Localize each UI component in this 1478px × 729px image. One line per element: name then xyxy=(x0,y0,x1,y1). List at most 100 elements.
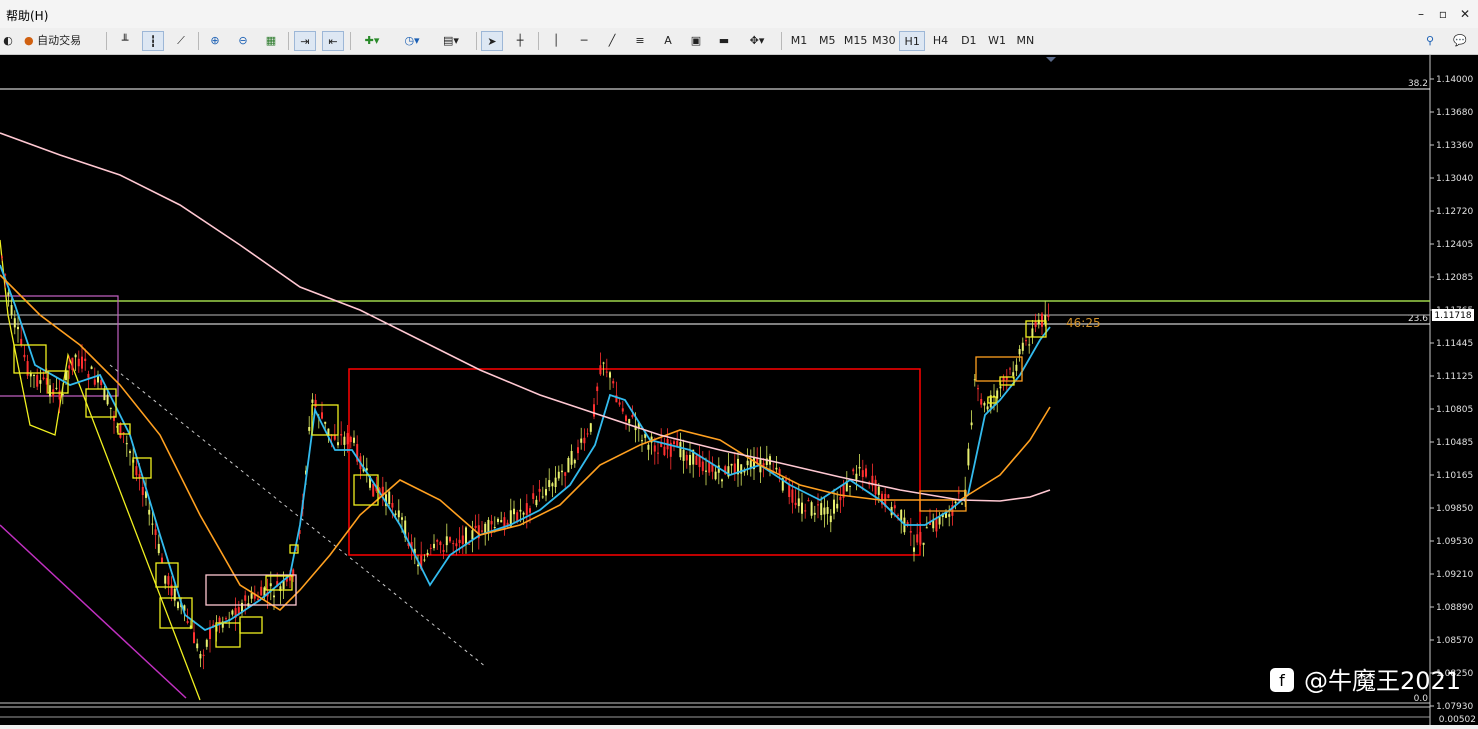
periods-menu-icon[interactable]: ◷▾ xyxy=(396,31,428,51)
candle-body xyxy=(129,451,131,454)
candle-body xyxy=(1047,315,1050,318)
price-label: 1.07930 xyxy=(1436,702,1473,712)
candle-body xyxy=(577,447,579,454)
globe-icon[interactable]: ◐ xyxy=(0,31,16,51)
chart-shift-icon[interactable]: ⇤ xyxy=(322,31,344,51)
tile-windows-icon[interactable]: ▦ xyxy=(260,31,282,51)
candle-body xyxy=(455,543,458,547)
candle-body xyxy=(1015,364,1018,371)
timeframe-mn[interactable]: MN xyxy=(1012,31,1038,51)
vertical-line-icon[interactable]: │ xyxy=(545,31,567,51)
candle-body xyxy=(497,518,499,522)
zone-box xyxy=(159,597,193,629)
candle-body xyxy=(826,507,829,514)
horizontal-line-icon[interactable]: ─ xyxy=(573,31,595,51)
candle-body xyxy=(855,473,858,480)
candle-body xyxy=(308,427,311,431)
text-tool-icon[interactable]: A xyxy=(657,31,679,51)
candle-body xyxy=(877,486,880,495)
candle-body xyxy=(388,491,391,505)
candle-body xyxy=(893,505,896,509)
candle-body xyxy=(535,499,538,506)
text-label-icon[interactable]: ▣ xyxy=(685,31,707,51)
timeframe-h4[interactable]: H4 xyxy=(928,31,954,51)
price-label: 1.09850 xyxy=(1436,504,1473,514)
candle-body xyxy=(202,654,205,656)
candle-body xyxy=(849,485,851,487)
candle-body xyxy=(353,437,355,443)
candle-body xyxy=(250,593,253,599)
candle-body xyxy=(695,455,698,465)
autoscroll-icon[interactable]: ⇥ xyxy=(294,31,316,51)
candle-body xyxy=(701,461,704,472)
candlestick-icon[interactable]: ┇ xyxy=(142,31,164,51)
chart-canvas[interactable]: 1.14000 1.13680 1.13360 1.13040 1.12720 1.124… xyxy=(0,55,1478,725)
autotrade-button[interactable]: ● 自动交易 xyxy=(24,31,98,51)
toolbar-separator xyxy=(288,32,289,50)
candle-body xyxy=(970,422,973,426)
candle-body xyxy=(65,370,67,380)
candle-body xyxy=(513,508,515,515)
candle-body xyxy=(468,543,471,545)
candle-body xyxy=(84,358,87,362)
toolbar-separator xyxy=(538,32,539,50)
price-chart[interactable]: 1.14000 1.13680 1.13360 1.13040 1.12720 1.124… xyxy=(0,55,1478,725)
candle-body xyxy=(852,469,855,472)
zone-box xyxy=(239,616,263,634)
timeframe-m5[interactable]: M5 xyxy=(814,31,840,51)
candle-body xyxy=(538,488,541,492)
cursor-icon[interactable]: ➤ xyxy=(481,31,503,51)
templates-menu-icon[interactable]: ▤▾ xyxy=(434,31,468,51)
candle-body xyxy=(138,474,141,478)
timeframe-d1[interactable]: D1 xyxy=(956,31,982,51)
price-label: 1.10805 xyxy=(1436,405,1473,415)
zoom-out-icon[interactable]: ⊖ xyxy=(232,31,254,51)
candle-body xyxy=(77,358,80,367)
search-icon[interactable]: ⚲ xyxy=(1420,31,1440,51)
candle-body xyxy=(157,543,160,554)
timeframe-m15[interactable]: M15 xyxy=(843,31,869,51)
candle-body xyxy=(657,452,659,454)
candle-body xyxy=(580,438,583,443)
candle-body xyxy=(1018,349,1021,355)
candle-body xyxy=(426,552,429,555)
rectangle-icon[interactable]: ▬ xyxy=(713,31,735,51)
crosshair-icon[interactable]: ┼ xyxy=(509,31,531,51)
candle-body xyxy=(1021,342,1024,351)
candle-body xyxy=(589,423,592,432)
candle-body xyxy=(439,541,442,546)
timeframe-m30[interactable]: M30 xyxy=(871,31,897,51)
timeframe-w1[interactable]: W1 xyxy=(984,31,1010,51)
close-button[interactable]: ✕ xyxy=(1456,6,1474,22)
candle-body xyxy=(925,527,928,529)
price-label: 1.14000 xyxy=(1436,75,1473,85)
candle-body xyxy=(445,536,448,546)
candle-body xyxy=(967,448,970,466)
candle-body xyxy=(631,415,634,418)
candle-body xyxy=(609,372,611,378)
candle-body xyxy=(55,387,58,389)
toolbar-separator xyxy=(106,32,107,50)
channel-icon[interactable]: ≡ xyxy=(629,31,651,51)
candle-body xyxy=(135,466,138,476)
candle-body xyxy=(452,543,455,545)
bar-chart-icon[interactable]: ╨ xyxy=(114,31,136,51)
zoom-in-icon[interactable]: ⊕ xyxy=(204,31,226,51)
chat-icon[interactable]: 💬 xyxy=(1448,31,1472,51)
candle-body xyxy=(874,479,877,495)
candle-body xyxy=(141,487,144,496)
slow-moving-average xyxy=(0,274,1051,612)
restore-button[interactable]: ▫ xyxy=(1434,6,1452,22)
arrows-menu-icon[interactable]: ✥▾ xyxy=(741,31,773,51)
price-label: 1.09210 xyxy=(1436,570,1473,580)
chart-shift-marker xyxy=(1046,57,1056,62)
candle-body xyxy=(340,433,343,436)
timeframe-h1[interactable]: H1 xyxy=(899,31,926,51)
indicators-menu-icon[interactable]: ✚▾ xyxy=(356,31,388,51)
minimize-button[interactable]: – xyxy=(1412,6,1430,22)
trendline-icon[interactable]: ╱ xyxy=(601,31,623,51)
menu-help[interactable]: 帮助(H) xyxy=(6,7,48,24)
candle-body xyxy=(551,483,554,487)
timeframe-m1[interactable]: M1 xyxy=(786,31,812,51)
line-chart-icon[interactable]: ⟋ xyxy=(170,31,192,51)
